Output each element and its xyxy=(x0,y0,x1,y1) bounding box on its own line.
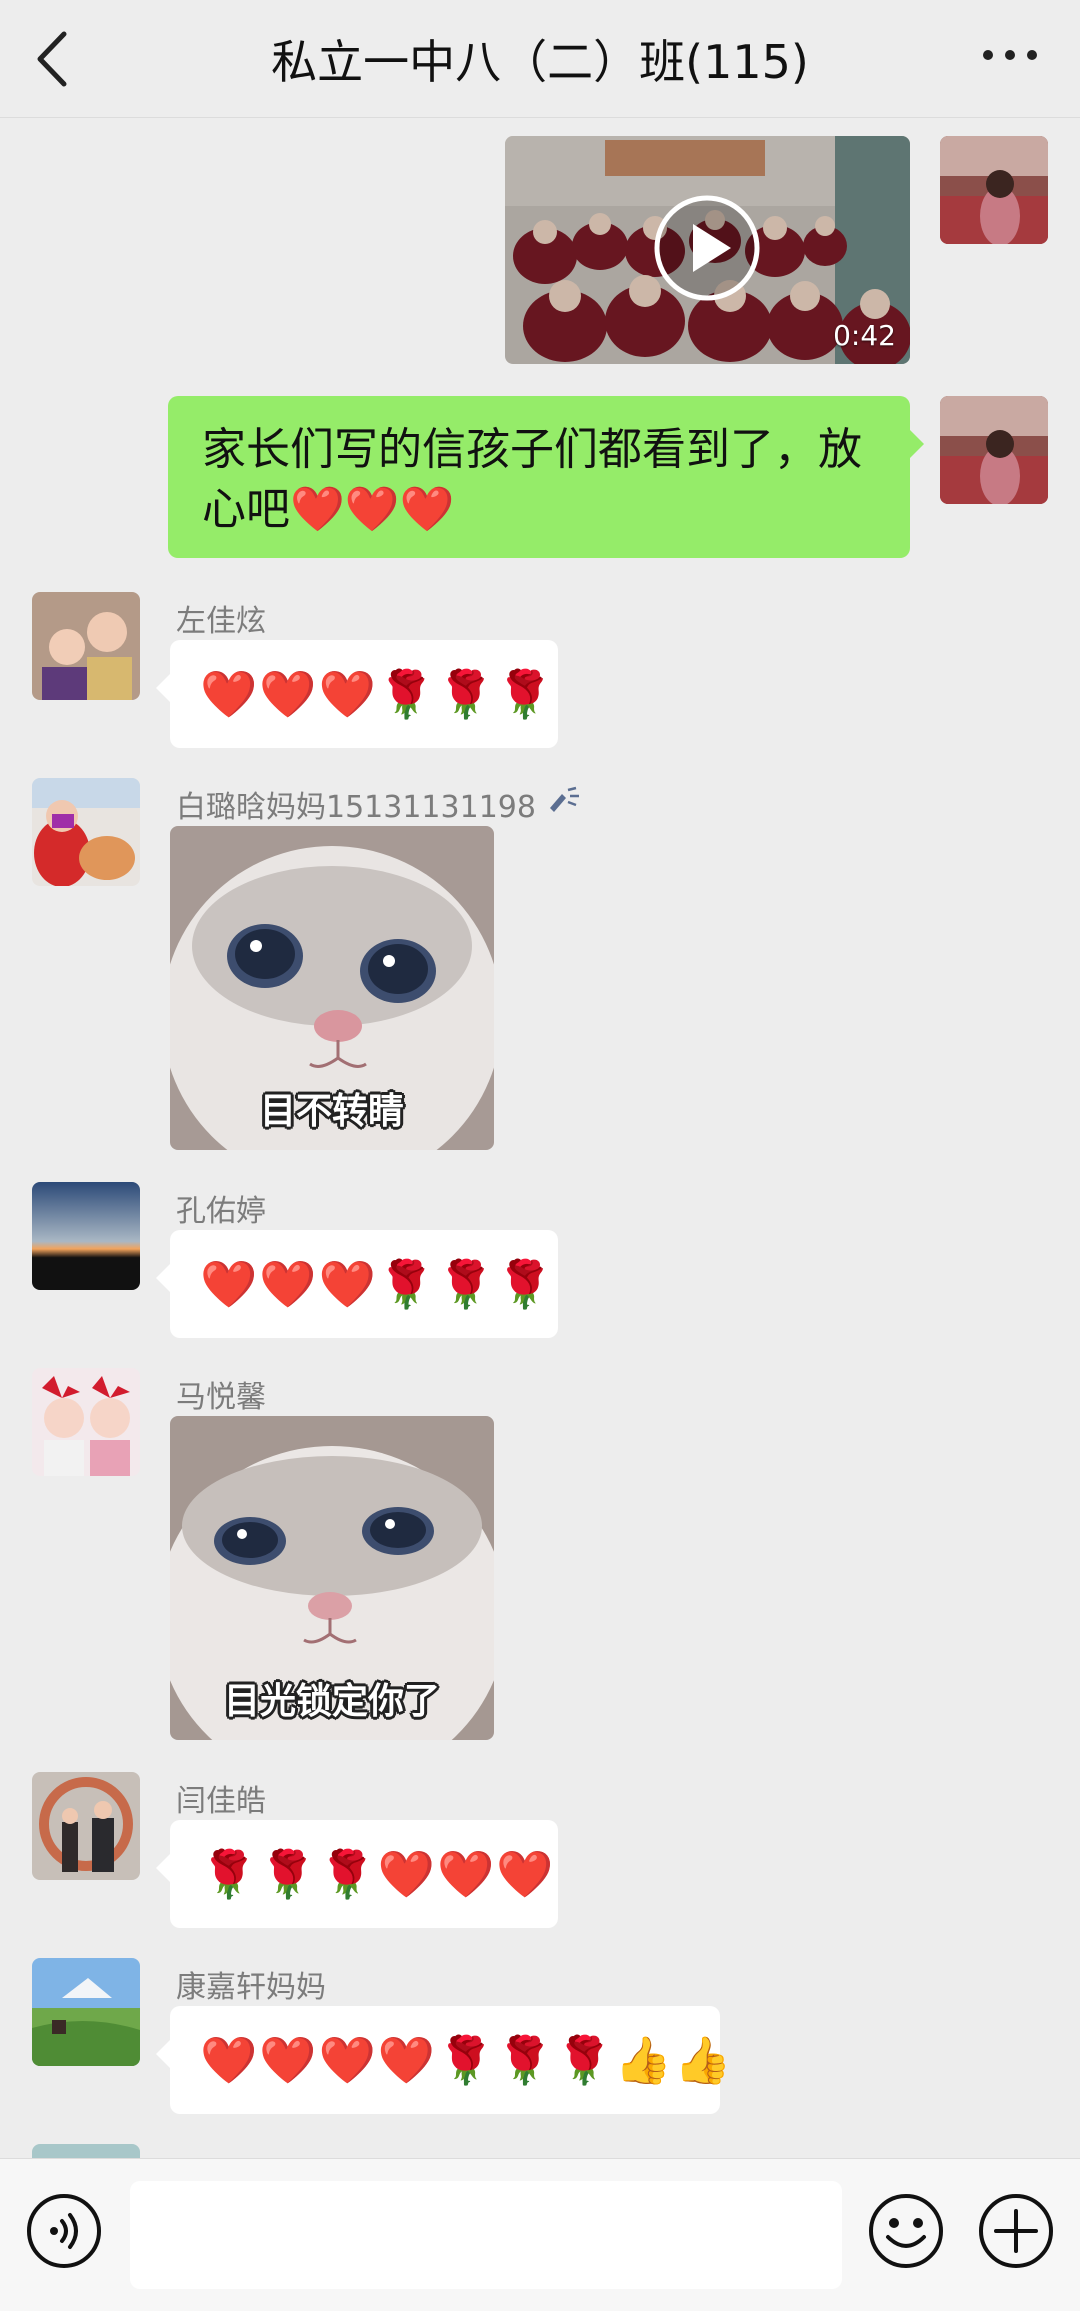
avatar[interactable] xyxy=(32,778,140,886)
video-duration: 0:42 xyxy=(833,319,896,352)
avatar[interactable] xyxy=(32,592,140,700)
avatar[interactable] xyxy=(32,1772,140,1880)
plus-icon[interactable] xyxy=(976,2191,1056,2271)
my-avatar[interactable] xyxy=(940,136,1048,244)
avatar[interactable] xyxy=(32,1368,140,1476)
message-text: ❤️❤️❤️❤️🌹🌹🌹👍👍 xyxy=(200,2033,734,2087)
sender-name: 左佳炫 xyxy=(176,604,266,639)
top-bar: 私立一中八（二）班(115) xyxy=(0,0,1080,118)
sender-name: 马悦馨 xyxy=(176,1380,266,1415)
message-text: 🌹🌹🌹❤️❤️❤️ xyxy=(200,1847,556,1901)
sticker-cat[interactable]: 目不转睛 xyxy=(170,826,494,1150)
message-bubble[interactable]: ❤️❤️❤️🌹🌹🌹 xyxy=(156,1230,558,1338)
sticker-caption: 目不转睛 xyxy=(259,1091,404,1132)
sticker-cat[interactable]: 目光锁定你了 xyxy=(170,1416,494,1740)
sender-name: 白璐晗妈妈15131131198 xyxy=(176,790,536,825)
message-input[interactable] xyxy=(130,2181,842,2289)
sender-name: 孔佑婷 xyxy=(176,1194,266,1229)
chat-area[interactable]: 0:42 家长们写的信孩子们都看到了，放心吧❤️❤️❤️ 左佳炫 ❤️❤️❤️🌹… xyxy=(0,118,1080,2158)
message-bubble[interactable]: ❤️❤️❤️🌹🌹🌹 xyxy=(156,640,558,748)
sticker-caption: 目光锁定你了 xyxy=(223,1681,440,1722)
avatar[interactable] xyxy=(32,2144,140,2158)
speaker-badge-icon xyxy=(550,786,579,812)
avatar[interactable] xyxy=(32,1958,140,2066)
sender-name: 康嘉轩妈妈 xyxy=(176,1970,326,2005)
message-bubble[interactable]: 🌹🌹🌹❤️❤️❤️ xyxy=(156,1820,558,1928)
message-text: ❤️❤️❤️🌹🌹🌹 xyxy=(200,1257,556,1311)
chat-title: 私立一中八（二）班(115) xyxy=(271,35,809,89)
emoji-icon[interactable] xyxy=(866,2191,946,2271)
message-text: ❤️❤️❤️🌹🌹🌹 xyxy=(200,667,556,721)
outgoing-text-bubble[interactable]: 家长们写的信孩子们都看到了，放心吧❤️❤️❤️ xyxy=(168,396,924,558)
voice-icon[interactable] xyxy=(24,2191,104,2271)
input-bar xyxy=(0,2158,1080,2311)
more-dots-icon[interactable] xyxy=(980,40,1040,70)
video-message[interactable]: 0:42 xyxy=(505,136,910,364)
avatar[interactable] xyxy=(32,1182,140,1290)
message-bubble[interactable]: ❤️❤️❤️❤️🌹🌹🌹👍👍 xyxy=(156,2006,731,2114)
my-avatar[interactable] xyxy=(940,396,1048,504)
outgoing-text: 家长们写的信孩子们都看到了，放心吧❤️❤️❤️ xyxy=(202,424,862,535)
sender-name: 闫佳皓 xyxy=(176,1784,266,1819)
play-icon xyxy=(654,195,760,301)
